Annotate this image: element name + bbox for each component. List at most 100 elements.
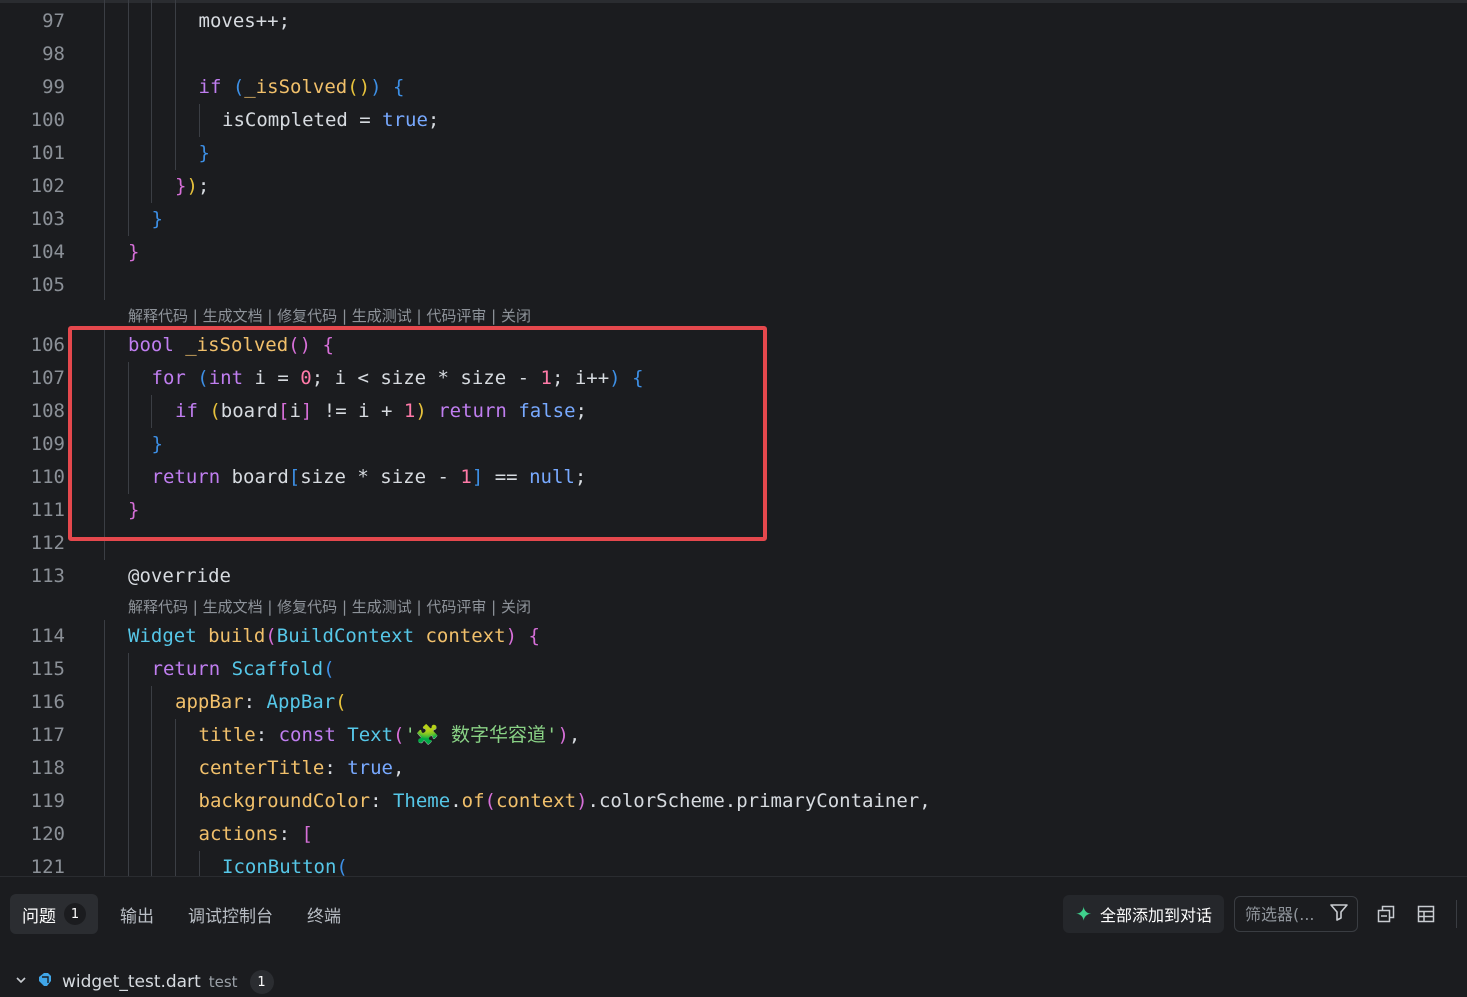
code-text[interactable]: backgroundColor: Theme.of(context).color… bbox=[199, 785, 931, 818]
line-number: 114 bbox=[30, 625, 65, 647]
filter-field[interactable] bbox=[1234, 896, 1358, 932]
line-number: 107 bbox=[30, 367, 65, 389]
panel-actions-divider bbox=[1456, 900, 1457, 928]
code-line[interactable]: 104} bbox=[0, 236, 1467, 269]
table-view-icon[interactable] bbox=[1408, 896, 1444, 932]
line-number: 102 bbox=[30, 175, 65, 197]
tab-output[interactable]: 输出 bbox=[108, 894, 166, 934]
code-line[interactable]: 101} bbox=[0, 137, 1467, 170]
code-line[interactable]: 118 centerTitle: true, bbox=[0, 752, 1467, 785]
code-text[interactable]: } bbox=[199, 137, 210, 170]
line-number: 97 bbox=[42, 10, 65, 32]
code-line[interactable]: 103} bbox=[0, 203, 1467, 236]
line-number: 116 bbox=[30, 691, 65, 713]
code-text[interactable]: } bbox=[128, 236, 139, 269]
code-line[interactable]: 121 IconButton( bbox=[0, 851, 1467, 876]
code-line[interactable]: 105 bbox=[0, 269, 1467, 302]
indent-guide bbox=[151, 0, 152, 203]
filter-input[interactable] bbox=[1245, 904, 1327, 924]
tab-label: 终端 bbox=[307, 906, 341, 927]
line-number: 117 bbox=[30, 724, 65, 746]
line-number: 105 bbox=[30, 274, 65, 296]
code-text[interactable]: appBar: AppBar( bbox=[175, 686, 347, 719]
line-number: 113 bbox=[30, 565, 65, 587]
tab-problems[interactable]: 问题 1 bbox=[10, 894, 98, 934]
code-line[interactable]: 100 isCompleted = true; bbox=[0, 104, 1467, 137]
code-line[interactable]: 113 @override bbox=[0, 560, 1467, 593]
code-editor[interactable]: 97 moves++; 98 99 if (_isSolved()) { 100 isCom… bbox=[0, 0, 1467, 876]
tab-label: 问题 bbox=[22, 906, 56, 927]
code-line[interactable]: 120 actions: [ bbox=[0, 818, 1467, 851]
code-line[interactable]: 117 title: const Text('🧩 数字华容道'), bbox=[0, 719, 1467, 752]
code-text[interactable]: }); bbox=[175, 170, 209, 203]
panel-actions: ✦ 全部添加到对话 bbox=[1063, 894, 1467, 934]
indent-guide bbox=[104, 620, 105, 876]
code-text[interactable]: IconButton( bbox=[222, 851, 348, 876]
line-number: 115 bbox=[30, 658, 65, 680]
problems-count-badge: 1 bbox=[64, 903, 86, 925]
code-line[interactable]: 98 bbox=[0, 38, 1467, 71]
code-line[interactable]: 97 moves++; bbox=[0, 5, 1467, 38]
tab-terminal[interactable]: 终端 bbox=[295, 894, 353, 934]
line-number: 103 bbox=[30, 208, 65, 230]
add-all-to-chat-button[interactable]: ✦ 全部添加到对话 bbox=[1063, 895, 1224, 933]
code-lens-actions[interactable]: 解释代码 | 生成文档 | 修复代码 | 生成测试 | 代码评审 | 关闭 bbox=[128, 594, 531, 621]
collapse-all-icon[interactable] bbox=[1368, 896, 1404, 932]
code-text[interactable]: moves++; bbox=[199, 5, 291, 38]
code-line[interactable]: 114 Widget build(BuildContext context) { bbox=[0, 620, 1467, 653]
line-number: 110 bbox=[30, 466, 65, 488]
line-number: 99 bbox=[42, 76, 65, 98]
line-number: 98 bbox=[42, 43, 65, 65]
chevron-down-icon[interactable] bbox=[14, 972, 28, 992]
code-line[interactable]: 102}); bbox=[0, 170, 1467, 203]
line-number: 111 bbox=[30, 499, 65, 521]
line-number: 100 bbox=[30, 109, 65, 131]
code-text[interactable]: if (_isSolved()) { bbox=[199, 71, 405, 104]
line-number: 121 bbox=[30, 856, 65, 876]
line-number: 106 bbox=[30, 334, 65, 356]
code-text[interactable]: actions: [ bbox=[199, 818, 313, 851]
highlight-annotation-box bbox=[68, 326, 767, 541]
code-text[interactable]: } bbox=[152, 203, 163, 236]
file-name: widget_test.dart bbox=[62, 972, 201, 992]
indent-guide bbox=[175, 719, 176, 876]
code-line[interactable]: 119 backgroundColor: Theme.of(context).co… bbox=[0, 785, 1467, 818]
code-line[interactable]: 99 if (_isSolved()) { bbox=[0, 71, 1467, 104]
problem-file-entry[interactable]: widget_test.dart test 1 bbox=[14, 969, 274, 995]
file-problem-count-badge: 1 bbox=[249, 970, 274, 994]
line-number: 118 bbox=[30, 757, 65, 779]
line-number: 109 bbox=[30, 433, 65, 455]
indent-guide bbox=[128, 653, 129, 876]
add-all-label: 全部添加到对话 bbox=[1099, 906, 1212, 925]
code-text[interactable]: isCompleted = true; bbox=[222, 104, 439, 137]
indent-guide bbox=[199, 851, 200, 876]
line-number: 104 bbox=[30, 241, 65, 263]
line-number: 101 bbox=[30, 142, 65, 164]
indent-guide bbox=[199, 104, 200, 137]
panel-tabs: 问题 1 输出 调试控制台 终端 bbox=[10, 894, 363, 934]
sparkle-icon: ✦ bbox=[1075, 902, 1092, 926]
tab-label: 调试控制台 bbox=[188, 906, 273, 927]
filter-icon[interactable] bbox=[1329, 902, 1349, 926]
indent-guide bbox=[128, 0, 129, 236]
tab-label: 输出 bbox=[120, 906, 154, 927]
bottom-panel: 问题 1 输出 调试控制台 终端 ✦ 全部添加到对话 筛选器(... widge… bbox=[0, 876, 1467, 997]
code-text[interactable]: return Scaffold( bbox=[152, 653, 335, 686]
code-text[interactable]: @override bbox=[128, 560, 231, 593]
code-text[interactable]: centerTitle: true, bbox=[199, 752, 405, 785]
line-number: 108 bbox=[30, 400, 65, 422]
code-line[interactable]: 115 return Scaffold( bbox=[0, 653, 1467, 686]
tab-debug-console[interactable]: 调试控制台 bbox=[176, 894, 285, 934]
file-folder: test bbox=[208, 973, 238, 991]
code-line[interactable]: 116 appBar: AppBar( bbox=[0, 686, 1467, 719]
editor-top-border bbox=[0, 0, 1467, 3]
indent-guide bbox=[151, 686, 152, 876]
line-number: 120 bbox=[30, 823, 65, 845]
code-text[interactable]: title: const Text('🧩 数字华容道'), bbox=[199, 719, 581, 752]
indent-guide bbox=[104, 0, 105, 300]
indent-guide bbox=[175, 0, 176, 170]
line-number: 119 bbox=[30, 790, 65, 812]
code-text[interactable]: Widget build(BuildContext context) { bbox=[128, 620, 540, 653]
dart-file-icon bbox=[36, 971, 54, 994]
line-number: 112 bbox=[30, 532, 65, 554]
